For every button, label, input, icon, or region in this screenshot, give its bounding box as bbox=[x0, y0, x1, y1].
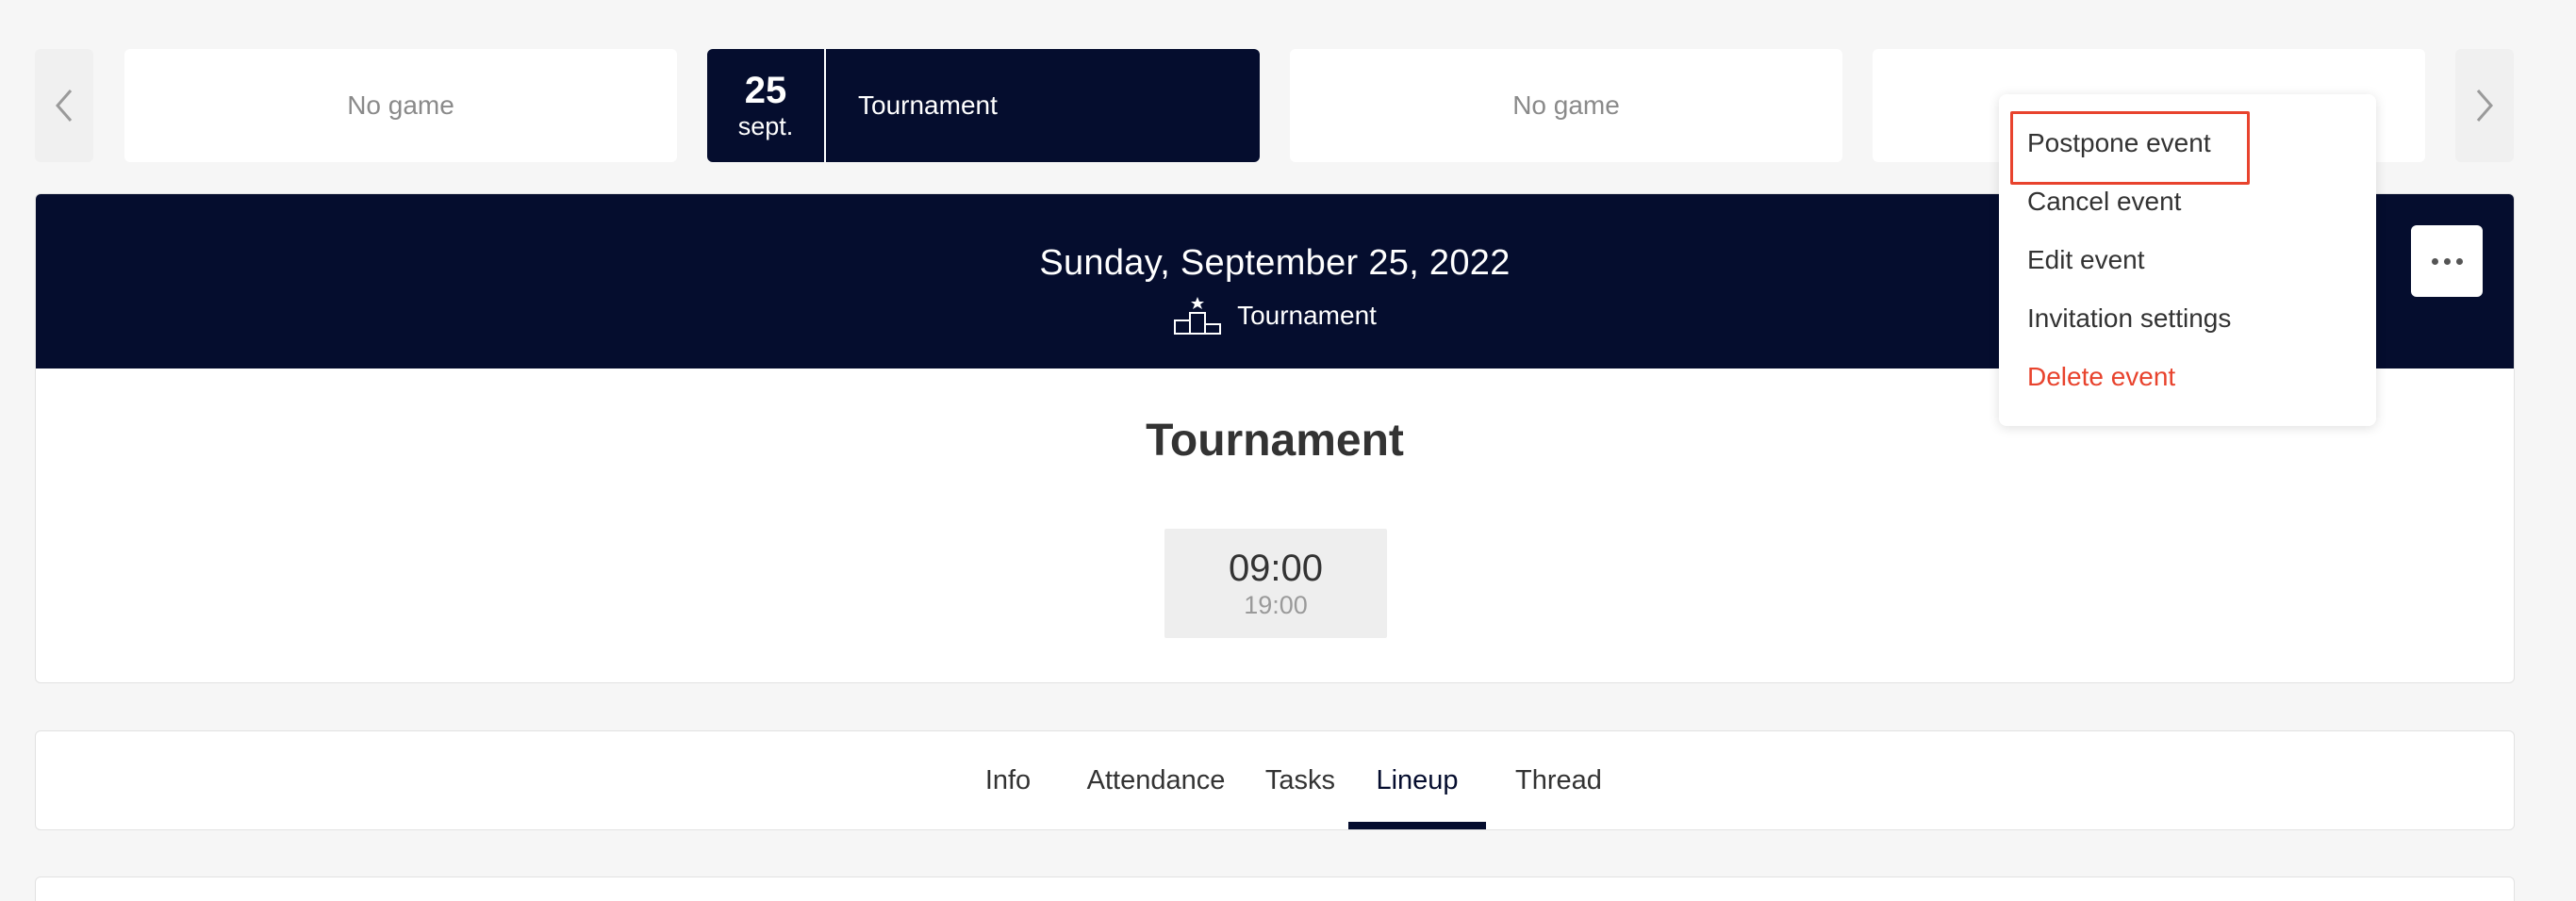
chevron-left-icon bbox=[56, 90, 73, 122]
menu-item-postpone-event[interactable]: Postpone event bbox=[2027, 128, 2211, 158]
chevron-right-icon bbox=[2476, 90, 2493, 122]
slot-label: No game bbox=[1512, 90, 1620, 120]
carousel-slot-active[interactable]: 25 sept. Tournament bbox=[707, 49, 1260, 162]
event-tabs: Info Attendance Tasks Lineup Thread bbox=[35, 730, 2515, 830]
time-start: 09:00 bbox=[1228, 548, 1324, 589]
carousel-prev-button[interactable] bbox=[35, 49, 93, 162]
podium-icon bbox=[1174, 297, 1222, 335]
time-end: 19:00 bbox=[1244, 591, 1308, 619]
tab-tasks[interactable]: Tasks bbox=[1243, 731, 1358, 829]
more-horizontal-icon-dot bbox=[2455, 257, 2463, 265]
tab-attendance[interactable]: Attendance bbox=[1043, 731, 1269, 829]
event-page: No game 25 sept. Tournament No game Sund… bbox=[0, 0, 2576, 901]
more-horizontal-icon-dot bbox=[2443, 257, 2451, 265]
content-card bbox=[35, 876, 2515, 901]
slot-label: No game bbox=[347, 90, 454, 120]
event-type-label: Tournament bbox=[1237, 301, 1377, 330]
carousel-slot-no-game[interactable]: No game bbox=[1290, 49, 1842, 162]
event-options-menu: Postpone event Cancel event Edit event I… bbox=[1999, 94, 2376, 426]
more-horizontal-icon bbox=[2431, 257, 2438, 265]
event-time: 09:00 19:00 bbox=[1164, 529, 1387, 638]
tab-lineup[interactable]: Lineup bbox=[1348, 731, 1486, 829]
menu-item-cancel-event[interactable]: Cancel event bbox=[2027, 187, 2181, 217]
slot-month: sept. bbox=[737, 112, 794, 140]
menu-item-invitation-settings[interactable]: Invitation settings bbox=[2027, 303, 2231, 334]
tab-thread[interactable]: Thread bbox=[1486, 731, 1631, 829]
menu-item-edit-event[interactable]: Edit event bbox=[2027, 245, 2145, 275]
active-tab-indicator bbox=[1348, 822, 1486, 829]
slot-title: Tournament bbox=[858, 90, 998, 120]
slot-day: 25 bbox=[744, 70, 787, 111]
menu-item-delete-event[interactable]: Delete event bbox=[2027, 362, 2175, 392]
slot-date-box: 25 sept. bbox=[707, 49, 826, 162]
more-options-button[interactable] bbox=[2411, 225, 2483, 297]
carousel-next-button[interactable] bbox=[2455, 49, 2514, 162]
carousel-slot-no-game[interactable]: No game bbox=[124, 49, 677, 162]
